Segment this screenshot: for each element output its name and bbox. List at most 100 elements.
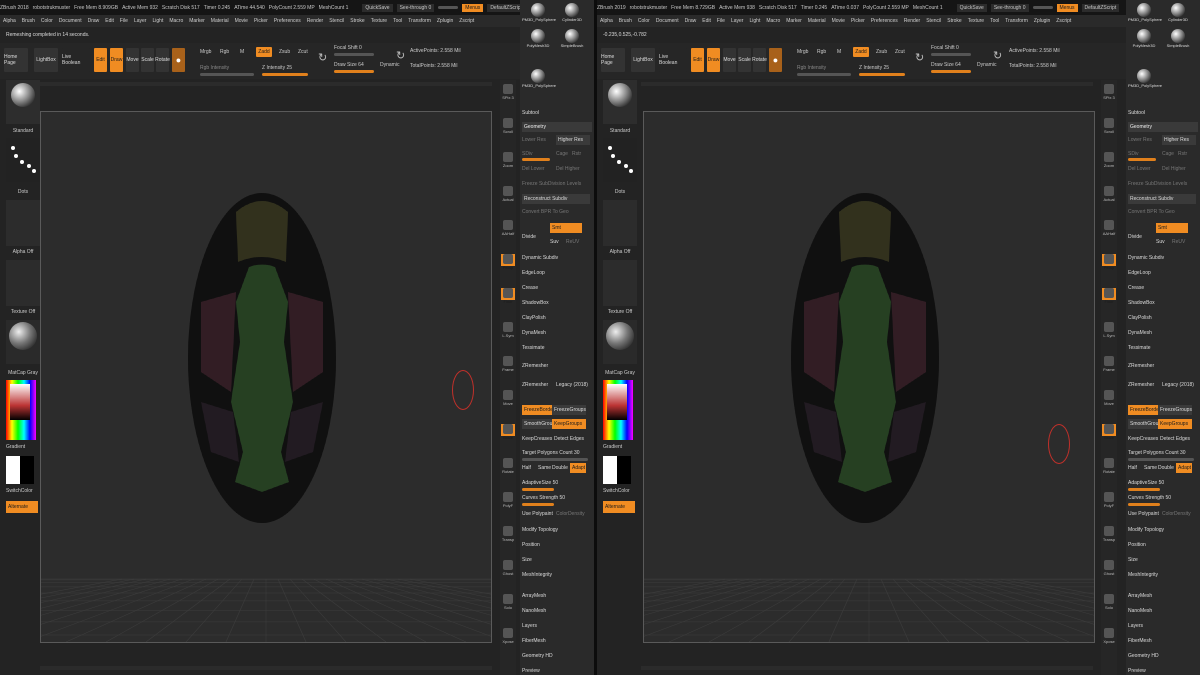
brush-tile[interactable] (6, 80, 40, 124)
draw-button[interactable]: Draw (707, 48, 720, 72)
focal-shift-track[interactable] (931, 53, 971, 56)
palette-item-meshintegrity[interactable]: MeshIntegrity (1128, 572, 1158, 578)
shelf-persp-button[interactable]: Persp (501, 254, 515, 270)
menu-brush[interactable]: Brush (22, 18, 35, 24)
rgb-button[interactable]: Rgb (220, 49, 229, 55)
shelf-transp-button[interactable]: Transp (501, 526, 515, 542)
palette-item-nanomesh[interactable]: NanoMesh (1128, 608, 1152, 614)
palette-item-fibermesh[interactable]: FiberMesh (522, 638, 546, 644)
menu-document[interactable]: Document (656, 18, 679, 24)
lower-res-button[interactable]: Lower Res (1128, 137, 1152, 143)
freezeborder-toggle[interactable]: FreezeBorder (1128, 405, 1161, 415)
shelf-actual-button[interactable]: Actual (1102, 186, 1116, 202)
adaptive-size-slider[interactable]: AdaptiveSize 50 (1128, 480, 1164, 486)
sdiv-slider[interactable]: SDiv (1128, 151, 1139, 157)
m-button[interactable]: M (837, 49, 841, 55)
draw-size-slider[interactable]: Draw Size 64 (931, 62, 961, 68)
shelf-aahalf-button[interactable]: AAHalf (501, 220, 515, 236)
scale-button[interactable]: Scale (738, 48, 751, 72)
rgb-button[interactable]: Rgb (817, 49, 826, 55)
suv-toggle[interactable]: Suv (550, 239, 559, 245)
cage-button[interactable]: Cage (556, 151, 568, 157)
menus-button[interactable]: Menus (462, 3, 484, 12)
menu-zplugin[interactable]: Zplugin (437, 18, 453, 24)
menu-marker[interactable]: Marker (189, 18, 205, 24)
alternate-button[interactable]: Alternate (6, 501, 38, 513)
texture-tile[interactable] (6, 260, 40, 306)
shelf-aahalf-button[interactable]: AAHalf (1102, 220, 1116, 236)
menu-draw[interactable]: Draw (88, 18, 100, 24)
viewport-canvas[interactable] (643, 111, 1095, 643)
shelf-solo-button[interactable]: Solo (1102, 594, 1116, 610)
palette-item-crease[interactable]: Crease (522, 285, 538, 291)
color-picker[interactable] (603, 380, 633, 440)
palette-item-nanomesh[interactable]: NanoMesh (522, 608, 546, 614)
tool-thumbnail[interactable]: Cylinder3D (556, 2, 588, 28)
draw-size-track[interactable] (931, 70, 971, 73)
z-intensity-track[interactable] (859, 73, 905, 76)
color-square[interactable] (607, 384, 627, 420)
seethrough-track[interactable] (1032, 6, 1053, 9)
shelf-scroll-button[interactable]: Scroll (501, 118, 515, 134)
tool-thumbnail[interactable]: PM3D_PolySphere (522, 2, 556, 28)
zsub-button[interactable]: Zsub (279, 49, 290, 55)
menu-picker[interactable]: Picker (851, 18, 865, 24)
menu-marker[interactable]: Marker (786, 18, 802, 24)
shelf-scroll-button[interactable]: Scroll (1102, 118, 1116, 134)
shelf-scale-button[interactable]: Scale (501, 424, 515, 440)
freeze-subdiv-button[interactable]: Freeze SubDivision Levels (522, 181, 581, 187)
palette-item-shadowbox[interactable]: ShadowBox (1128, 300, 1155, 306)
adapt-toggle[interactable]: Adapt (570, 463, 586, 473)
higher-res-button[interactable]: Higher Res (556, 135, 590, 145)
menu-transform[interactable]: Transform (408, 18, 431, 24)
m-button[interactable]: M (240, 49, 244, 55)
rgb-intensity-track[interactable] (797, 73, 851, 76)
shelf-move-button[interactable]: Move (501, 390, 515, 406)
live-boolean-button[interactable]: Live Boolean (659, 48, 687, 72)
divide-button[interactable]: Divide (522, 234, 536, 240)
tool-thumbnail[interactable]: PM3D_PolySphere (1128, 2, 1162, 28)
scale-button[interactable]: Scale (141, 48, 154, 72)
lightbox-button[interactable]: LightBox (631, 48, 655, 72)
adaptive-size-slider[interactable]: AdaptiveSize 50 (522, 480, 558, 486)
palette-item-position[interactable]: Position (1128, 542, 1146, 548)
use-polypaint-toggle[interactable]: Use Polypaint (1128, 511, 1159, 517)
menu-render[interactable]: Render (307, 18, 323, 24)
adapt-toggle[interactable]: Adapt (1176, 463, 1192, 473)
smoothgroups-toggle[interactable]: SmoothGroups (522, 419, 558, 429)
rotate-button[interactable]: Rotate (752, 48, 767, 72)
palette-item-arraymesh[interactable]: ArrayMesh (522, 593, 546, 599)
curves-strength-slider[interactable]: Curves Strength 50 (522, 495, 565, 501)
keepcreases-toggle[interactable]: KeepCreases (522, 436, 552, 442)
half-button[interactable]: Half (522, 465, 531, 471)
zremesher-button[interactable]: ZRemesher (522, 382, 548, 388)
lightbox-button[interactable]: LightBox (34, 48, 58, 72)
zremesher-header[interactable]: ZRemesher (1128, 363, 1154, 369)
seethrough-slider[interactable]: See-through 0 (396, 3, 435, 12)
freezeborder-toggle[interactable]: FreezeBorder (522, 405, 555, 415)
palette-item-modify-topology[interactable]: Modify Topology (1128, 527, 1164, 533)
zadd-button[interactable]: Zadd (853, 47, 869, 57)
color-density-slider[interactable]: ColorDensity (556, 511, 585, 517)
shelf-rotate-button[interactable]: Rotate (1102, 458, 1116, 474)
convert-bpr-button[interactable]: Convert BPR To Geo (1128, 209, 1175, 215)
higher-res-button[interactable]: Higher Res (1162, 135, 1196, 145)
dynamic-button[interactable]: Dynamic (977, 62, 996, 68)
lower-res-button[interactable]: Lower Res (522, 137, 546, 143)
focal-shift-slider[interactable]: Focal Shift 0 (931, 45, 959, 51)
top-scroll-strip[interactable] (641, 82, 1093, 86)
palette-item-tessimate[interactable]: Tessimate (1128, 345, 1151, 351)
geometry-header[interactable]: Geometry (522, 122, 592, 132)
bottom-scroll-strip[interactable] (641, 666, 1093, 670)
zadd-button[interactable]: Zadd (256, 47, 272, 57)
menu-render[interactable]: Render (904, 18, 920, 24)
tool-thumbnail[interactable]: PolyMesh3D (1128, 28, 1160, 54)
menu-edit[interactable]: Edit (702, 18, 711, 24)
z-intensity-slider[interactable]: Z Intensity 25 (262, 65, 292, 71)
menu-stencil[interactable]: Stencil (926, 18, 941, 24)
viewport-canvas[interactable] (40, 111, 492, 643)
shelf-l-sym-button[interactable]: L.Sym (1102, 322, 1116, 338)
dynamic-button[interactable]: Dynamic (380, 62, 399, 68)
menu-file[interactable]: File (717, 18, 725, 24)
zremesher-header[interactable]: ZRemesher (522, 363, 548, 369)
